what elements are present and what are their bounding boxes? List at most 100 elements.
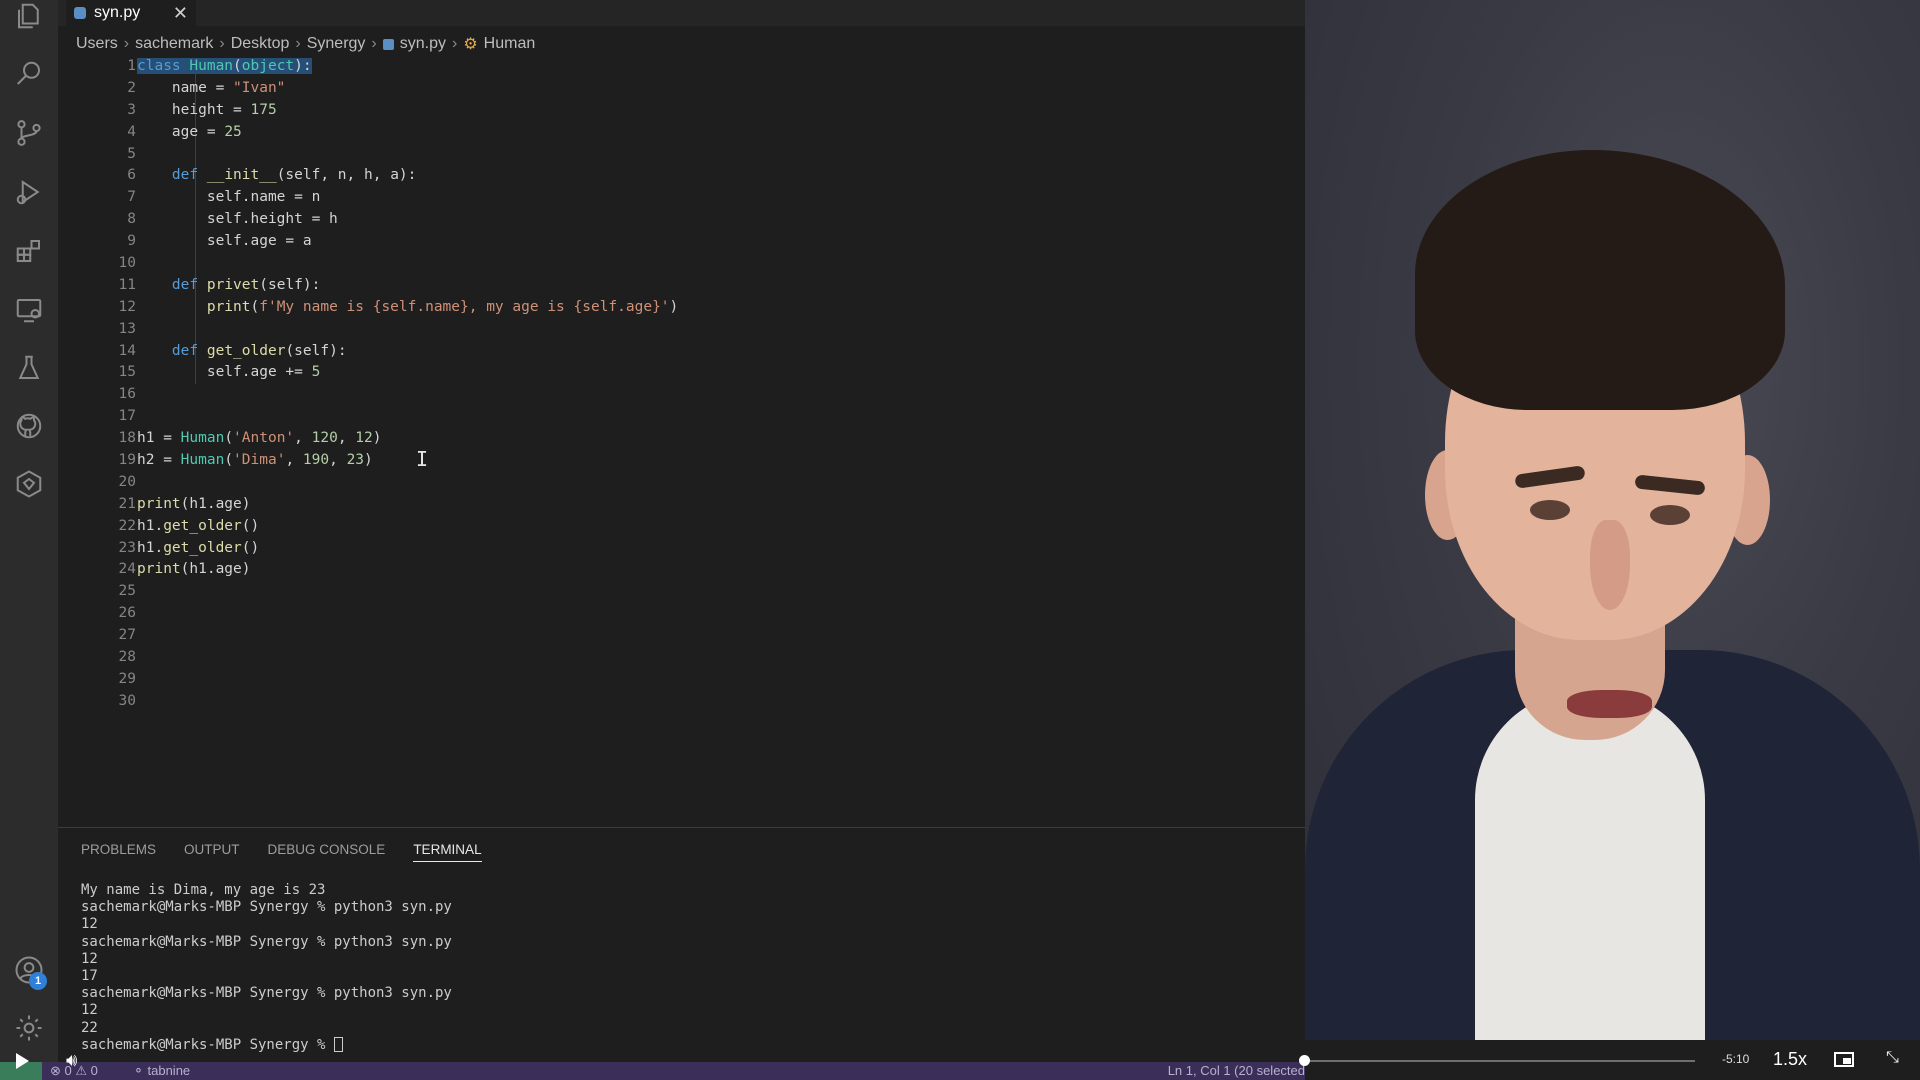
code-line[interactable]: 7 self.name = n <box>58 187 1305 209</box>
source-control-icon[interactable] <box>13 117 45 149</box>
code-line[interactable]: 11 def privet(self): <box>58 275 1305 297</box>
mouse-ibeam-cursor-icon: I <box>416 447 429 471</box>
line-number: 19 <box>118 452 136 469</box>
code-text[interactable]: self.age += 5 <box>137 362 321 384</box>
code-line[interactable]: 1 class Human(object): <box>58 56 1305 78</box>
code-line[interactable]: 17 <box>58 406 1305 428</box>
tab-output[interactable]: OUTPUT <box>184 842 240 862</box>
code-line[interactable]: 8 self.height = h <box>58 209 1305 231</box>
terminal-line: 12 <box>81 916 98 933</box>
code-line[interactable]: 26 <box>58 603 1305 625</box>
code-line[interactable]: 24 print(h1.age) <box>58 559 1305 581</box>
code-text[interactable]: h2 = Human('Dima', 190, 23) <box>137 450 373 472</box>
breadcrumb-item[interactable]: sachemark <box>135 35 213 53</box>
testing-icon[interactable] <box>13 352 45 384</box>
tabnine-status[interactable]: ⚬ tabnine <box>133 1063 190 1079</box>
code-line[interactable]: 22 h1.get_older() <box>58 516 1305 538</box>
code-line[interactable]: 4 age = 25 <box>58 122 1305 144</box>
code-text[interactable]: h1.get_older() <box>137 538 259 560</box>
breadcrumb-item[interactable]: Human <box>484 35 536 53</box>
code-text[interactable]: name = "Ivan" <box>137 78 286 100</box>
code-text[interactable]: height = 175 <box>137 100 277 122</box>
code-text[interactable]: def get_older(self): <box>137 341 347 363</box>
settings-gear-icon[interactable] <box>13 1012 45 1044</box>
code-line[interactable]: 29 <box>58 669 1305 691</box>
code-text[interactable]: h1 = Human('Anton', 120, 12) <box>137 428 382 450</box>
code-text[interactable]: self.height = h <box>137 209 338 231</box>
code-line[interactable]: 2 name = "Ivan" <box>58 78 1305 100</box>
tab-problems[interactable]: PROBLEMS <box>81 842 156 862</box>
terminal-line: sachemark@Marks-MBP Synergy % python3 sy… <box>81 933 452 950</box>
exit-fullscreen-icon[interactable]: ⤡ <box>1886 1049 1899 1067</box>
code-text[interactable]: print(h1.age) <box>137 494 251 516</box>
extensions-icon[interactable] <box>13 235 45 267</box>
code-line[interactable]: 10 <box>58 253 1305 275</box>
code-line[interactable]: 9 self.age = a <box>58 231 1305 253</box>
video-progress-knob[interactable] <box>1299 1055 1310 1066</box>
code-line[interactable]: 28 <box>58 647 1305 669</box>
breadcrumb-item[interactable]: Desktop <box>231 35 290 53</box>
line-number: 20 <box>118 473 136 490</box>
code-line[interactable]: 25 <box>58 581 1305 603</box>
class-symbol-icon: ⚙ <box>463 36 478 53</box>
tab-terminal[interactable]: TERMINAL <box>413 842 482 862</box>
breadcrumb-item[interactable]: Synergy <box>307 35 366 53</box>
breadcrumb-item[interactable]: syn.py <box>400 35 446 53</box>
line-number: 6 <box>127 167 136 184</box>
code-line[interactable]: 5 <box>58 144 1305 166</box>
code-line[interactable]: 23 h1.get_older() <box>58 538 1305 560</box>
play-icon[interactable] <box>16 1053 29 1069</box>
code-editor[interactable]: 1 class Human(object): 2 name = "Ivan" 3 he… <box>58 56 1305 713</box>
terminal-line: sachemark@Marks-MBP Synergy % python3 sy… <box>81 985 452 1002</box>
code-text[interactable]: h1.get_older() <box>137 516 259 538</box>
code-line[interactable]: 6 def __init__(self, n, h, a): <box>58 165 1305 187</box>
terminal-output[interactable]: My name is Dima, my age is 23 sachemark@M… <box>81 882 452 1054</box>
code-line[interactable]: 12 print(f'My name is {self.name}, my ag… <box>58 297 1305 319</box>
line-number: 24 <box>118 561 136 578</box>
line-number: 21 <box>118 495 136 512</box>
code-text[interactable]: print(f'My name is {self.name}, my age i… <box>137 297 678 319</box>
account-icon[interactable]: 1 <box>13 954 47 990</box>
tab-bar: syn.py ✕ <box>58 0 1305 26</box>
code-text[interactable]: self.age = a <box>137 231 312 253</box>
code-line[interactable]: 18 h1 = Human('Anton', 120, 12) <box>58 428 1305 450</box>
explorer-icon[interactable] <box>13 0 45 32</box>
code-text[interactable]: class Human(object): <box>137 56 312 78</box>
code-text[interactable]: def __init__(self, n, h, a): <box>137 165 416 187</box>
code-line[interactable]: 16 <box>58 384 1305 406</box>
line-number: 7 <box>127 189 136 206</box>
code-line[interactable]: 30 <box>58 691 1305 713</box>
picture-in-picture-icon[interactable] <box>1834 1052 1854 1067</box>
code-line[interactable]: 14 def get_older(self): <box>58 341 1305 363</box>
code-line[interactable]: 21 print(h1.age) <box>58 494 1305 516</box>
tab-debug-console[interactable]: DEBUG CONSOLE <box>268 842 386 862</box>
code-text[interactable]: age = 25 <box>137 122 242 144</box>
code-text[interactable]: print(h1.age) <box>137 559 251 581</box>
panel-tabs: PROBLEMS OUTPUT DEBUG CONSOLE TERMINAL <box>81 842 482 862</box>
terminal-prompt[interactable]: sachemark@Marks-MBP Synergy % <box>81 1037 452 1054</box>
bottom-panel: PROBLEMS OUTPUT DEBUG CONSOLE TERMINAL M… <box>58 827 1305 1062</box>
tab-syn-py[interactable]: syn.py ✕ <box>66 0 196 26</box>
github-icon[interactable] <box>13 410 45 442</box>
code-line[interactable]: 20 <box>58 472 1305 494</box>
remote-explorer-icon[interactable] <box>13 294 45 326</box>
code-line[interactable]: 27 <box>58 625 1305 647</box>
close-tab-icon[interactable]: ✕ <box>173 3 188 24</box>
code-line[interactable]: 13 <box>58 319 1305 341</box>
presenter-eye <box>1530 500 1570 520</box>
code-line[interactable]: 15 self.age += 5 <box>58 362 1305 384</box>
line-number: 30 <box>118 692 136 709</box>
volume-icon[interactable]: 🔊︎ <box>66 1050 77 1071</box>
code-text[interactable]: def privet(self): <box>137 275 320 297</box>
run-debug-icon[interactable] <box>13 176 45 208</box>
video-progress-track[interactable] <box>1305 1060 1695 1062</box>
search-icon[interactable] <box>13 58 45 90</box>
docker-icon[interactable] <box>13 468 45 500</box>
code-text[interactable]: self.name = n <box>137 187 321 209</box>
cursor-position[interactable]: Ln 1, Col 1 (20 selected <box>1168 1063 1305 1078</box>
code-line[interactable]: 3 height = 175 <box>58 100 1305 122</box>
playback-speed-button[interactable]: 1.5x <box>1773 1049 1807 1070</box>
code-line[interactable]: 19 h2 = Human('Dima', 190, 23) <box>58 450 1305 472</box>
breadcrumb-item[interactable]: Users <box>76 35 118 53</box>
presenter-eye <box>1650 505 1690 525</box>
